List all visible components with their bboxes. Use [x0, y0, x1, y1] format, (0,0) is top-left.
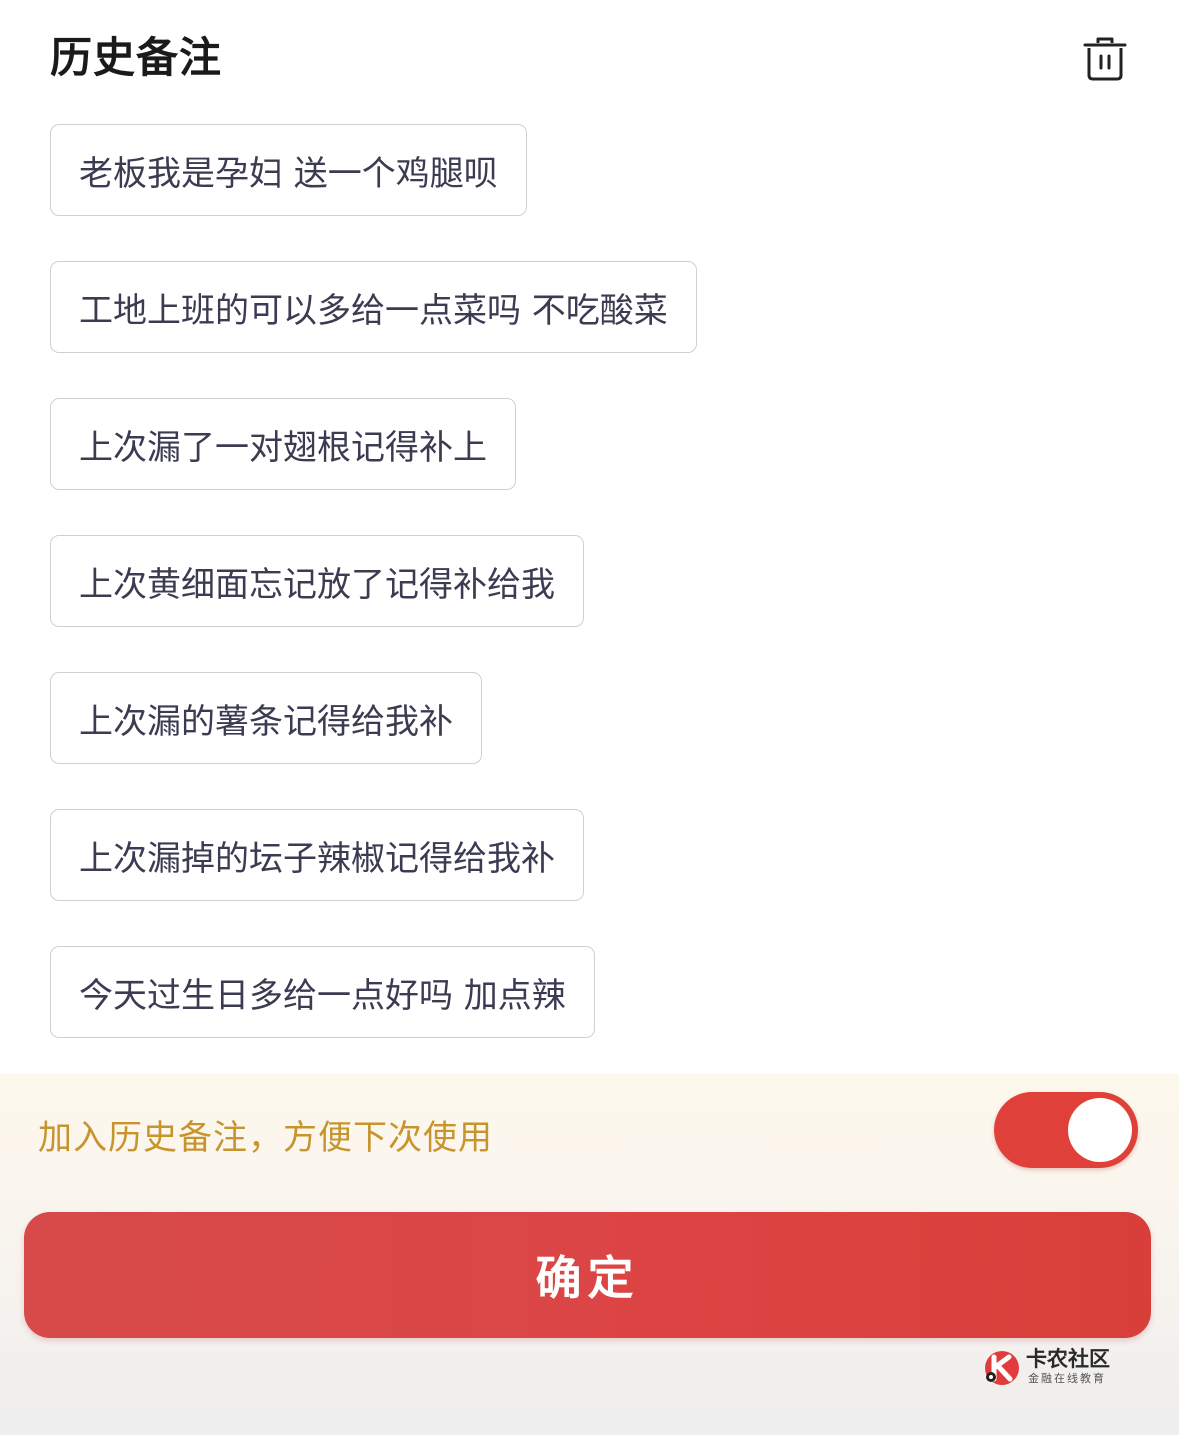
remark-history-page: 历史备注 老板我是孕妇 送一个鸡腿呗 工地上班的可以多给一点菜吗 不吃酸菜 上次…	[0, 0, 1179, 1435]
watermark-subtitle: 金融在线教育	[1028, 1372, 1106, 1385]
trash-icon-graphic	[1083, 37, 1127, 81]
trash-icon[interactable]	[1080, 34, 1130, 84]
page-title: 历史备注	[50, 33, 223, 82]
save-to-history-toggle[interactable]	[994, 1092, 1138, 1168]
history-note-chip[interactable]: 上次黄细面忘记放了记得补给我	[50, 535, 584, 627]
history-note-chip[interactable]: 今天过生日多给一点好吗 加点辣	[50, 946, 595, 1038]
watermark-name: 卡农社区	[1026, 1347, 1110, 1371]
kanong-logo-icon	[985, 1351, 1019, 1385]
confirm-button[interactable]: 确定	[24, 1212, 1151, 1338]
toggle-knob	[1068, 1098, 1132, 1162]
watermark: 卡农社区 金融在线教育	[982, 1346, 1152, 1396]
history-note-chip[interactable]: 老板我是孕妇 送一个鸡腿呗	[50, 124, 527, 216]
history-note-chip[interactable]: 上次漏的薯条记得给我补	[50, 672, 482, 764]
save-to-history-label: 加入历史备注，方便下次使用	[38, 1118, 493, 1158]
history-note-chip[interactable]: 工地上班的可以多给一点菜吗 不吃酸菜	[50, 261, 697, 353]
bottom-panel: 加入历史备注，方便下次使用 确定 卡农社区 金融在线教育	[0, 1074, 1179, 1435]
history-note-chip[interactable]: 上次漏掉的坛子辣椒记得给我补	[50, 809, 584, 901]
history-notes-list: 老板我是孕妇 送一个鸡腿呗 工地上班的可以多给一点菜吗 不吃酸菜 上次漏了一对翅…	[50, 124, 1130, 1083]
header: 历史备注	[0, 0, 1179, 110]
history-note-chip[interactable]: 上次漏了一对翅根记得补上	[50, 398, 516, 490]
